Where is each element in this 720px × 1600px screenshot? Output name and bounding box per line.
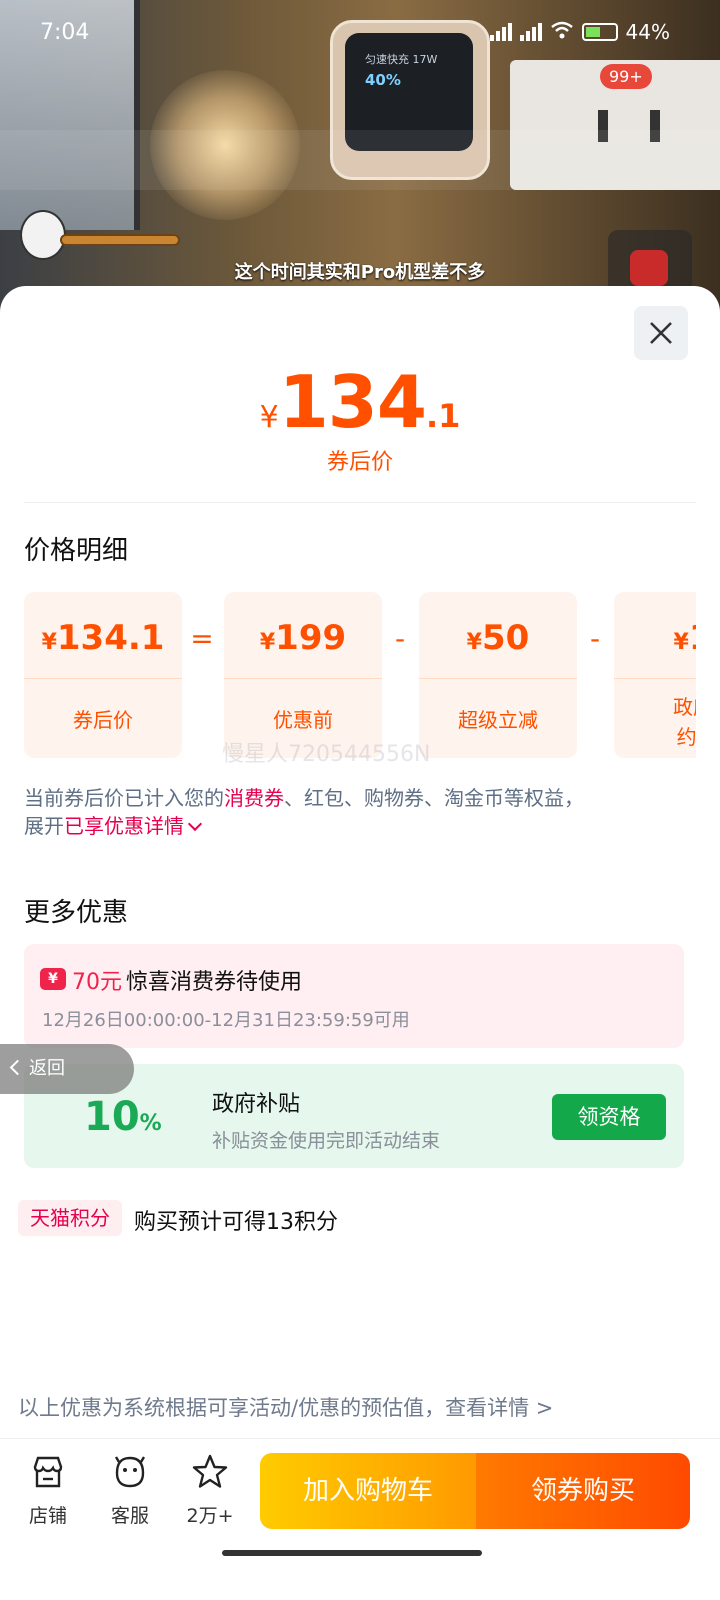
bottom-action-bar: 店铺 客服 2万+ 加入购物车 领券购买	[0, 1438, 720, 1600]
home-indicator[interactable]	[222, 1550, 482, 1556]
chevron-left-icon	[9, 1059, 26, 1076]
breakdown-title: 价格明细	[24, 536, 129, 566]
avatar-face	[20, 210, 66, 260]
store-button[interactable]: 店铺	[12, 1453, 84, 1528]
card-super-discount: ¥50 超级立减	[419, 592, 577, 758]
hero-price-integer: 134	[278, 360, 427, 444]
card-original-price: ¥199 优惠前	[224, 592, 382, 758]
audio-bars-icon	[630, 250, 668, 286]
purchase-buttons: 加入购物车 领券购买	[260, 1453, 690, 1529]
card-label: 政府约1	[673, 695, 696, 749]
more-offers-title: 更多优惠	[24, 898, 129, 928]
coupon-card[interactable]: ¥ 70元 惊喜消费券待使用 12月26日00:00:00-12月31日23:5…	[24, 944, 684, 1048]
battery-percent: 44%	[625, 20, 670, 44]
subsidy-title: 政府补贴	[212, 1092, 301, 1117]
blurred-tabs	[0, 130, 720, 190]
charger-percent: 40%	[365, 71, 401, 89]
card-value: ¥134.1	[41, 618, 165, 658]
tmall-points-tag: 天猫积分	[18, 1200, 122, 1236]
coupon-validity: 12月26日00:00:00-12月31日23:59:59可用	[42, 1010, 410, 1031]
favorite-count: 2万+	[186, 1505, 234, 1527]
customer-service-button[interactable]: 客服	[94, 1453, 166, 1528]
coupon-icon: ¥	[40, 968, 66, 990]
card-value: ¥199	[259, 618, 347, 658]
wifi-icon	[550, 20, 574, 44]
close-button[interactable]	[634, 306, 688, 360]
card-value: ¥1	[673, 618, 697, 658]
star-icon	[192, 1454, 228, 1488]
status-icons: 44%	[489, 20, 670, 44]
add-to-cart-button[interactable]: 加入购物车	[260, 1453, 476, 1529]
store-icon	[33, 1456, 63, 1488]
store-label: 店铺	[28, 1505, 67, 1527]
watermark: 慢星人720544556N	[222, 742, 431, 767]
service-icon	[114, 1456, 146, 1488]
signal-icon	[489, 23, 512, 41]
cart-count-badge: 99+	[600, 64, 652, 89]
creator-avatar	[20, 210, 180, 260]
status-bar: 7:04 44%	[0, 0, 720, 60]
minus-sign: -	[589, 622, 601, 655]
favorite-button[interactable]: 2万+	[174, 1453, 246, 1528]
hero-price-label: 券后价	[326, 450, 393, 475]
battery-icon	[581, 23, 618, 41]
divider	[24, 502, 696, 503]
card-gov-subsidy: ¥1 政府约1	[614, 592, 696, 758]
points-text: 购买预计可得13积分	[134, 1210, 338, 1235]
estimate-note-link[interactable]: 以上优惠为系统根据可享活动/优惠的预估值，查看详情 >	[18, 1392, 553, 1422]
card-label: 券后价	[73, 708, 133, 732]
subsidy-desc: 补贴资金使用完即活动结束	[212, 1130, 441, 1152]
chevron-down-icon	[187, 816, 203, 832]
price-note: 当前券后价已计入您的消费券、红包、购物券、淘金币等权益， 展开已享优惠详情	[24, 786, 584, 838]
price-detail-sheet: ¥134.1 券后价 价格明细 ¥134.1 券后价 = ¥199 优惠前 - …	[0, 286, 720, 1600]
equals-sign: =	[190, 622, 214, 655]
signal-icon	[519, 23, 542, 41]
card-after-coupon: ¥134.1 券后价	[24, 592, 182, 758]
price-breakdown-cards[interactable]: ¥134.1 券后价 = ¥199 优惠前 - ¥50 超级立减 - ¥1 政府…	[24, 592, 696, 758]
close-icon	[650, 322, 672, 344]
hero-currency: ¥	[259, 400, 279, 435]
card-label: 超级立减	[458, 708, 538, 732]
claim-qualification-button[interactable]: 领资格	[552, 1094, 666, 1140]
subsidy-percent: 10%	[84, 1094, 162, 1140]
card-value: ¥50	[466, 618, 530, 658]
hero-price: ¥134.1	[0, 360, 720, 444]
consumer-coupon-link[interactable]: 消费券	[224, 786, 284, 810]
status-time: 7:04	[40, 20, 90, 45]
hero-price-decimal: .1	[425, 397, 461, 435]
coupon-amount: 70元	[72, 970, 122, 995]
back-button[interactable]: 返回	[0, 1044, 134, 1094]
card-label: 优惠前	[273, 708, 333, 732]
coupon-text: 惊喜消费券待使用	[126, 970, 303, 995]
expand-discount-details-link[interactable]: 已享优惠详情	[64, 814, 184, 838]
minus-sign: -	[394, 622, 406, 655]
service-label: 客服	[110, 1505, 149, 1527]
buy-with-coupon-button[interactable]: 领券购买	[476, 1453, 690, 1529]
avatar-bar	[60, 234, 180, 246]
